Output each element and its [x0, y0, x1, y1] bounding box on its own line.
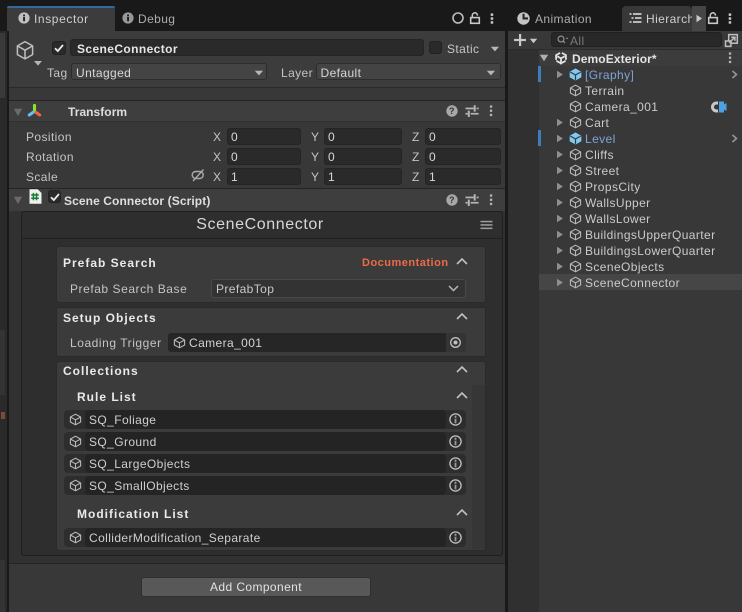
svg-text:?: ?	[449, 106, 455, 116]
svg-text:?: ?	[449, 195, 455, 205]
